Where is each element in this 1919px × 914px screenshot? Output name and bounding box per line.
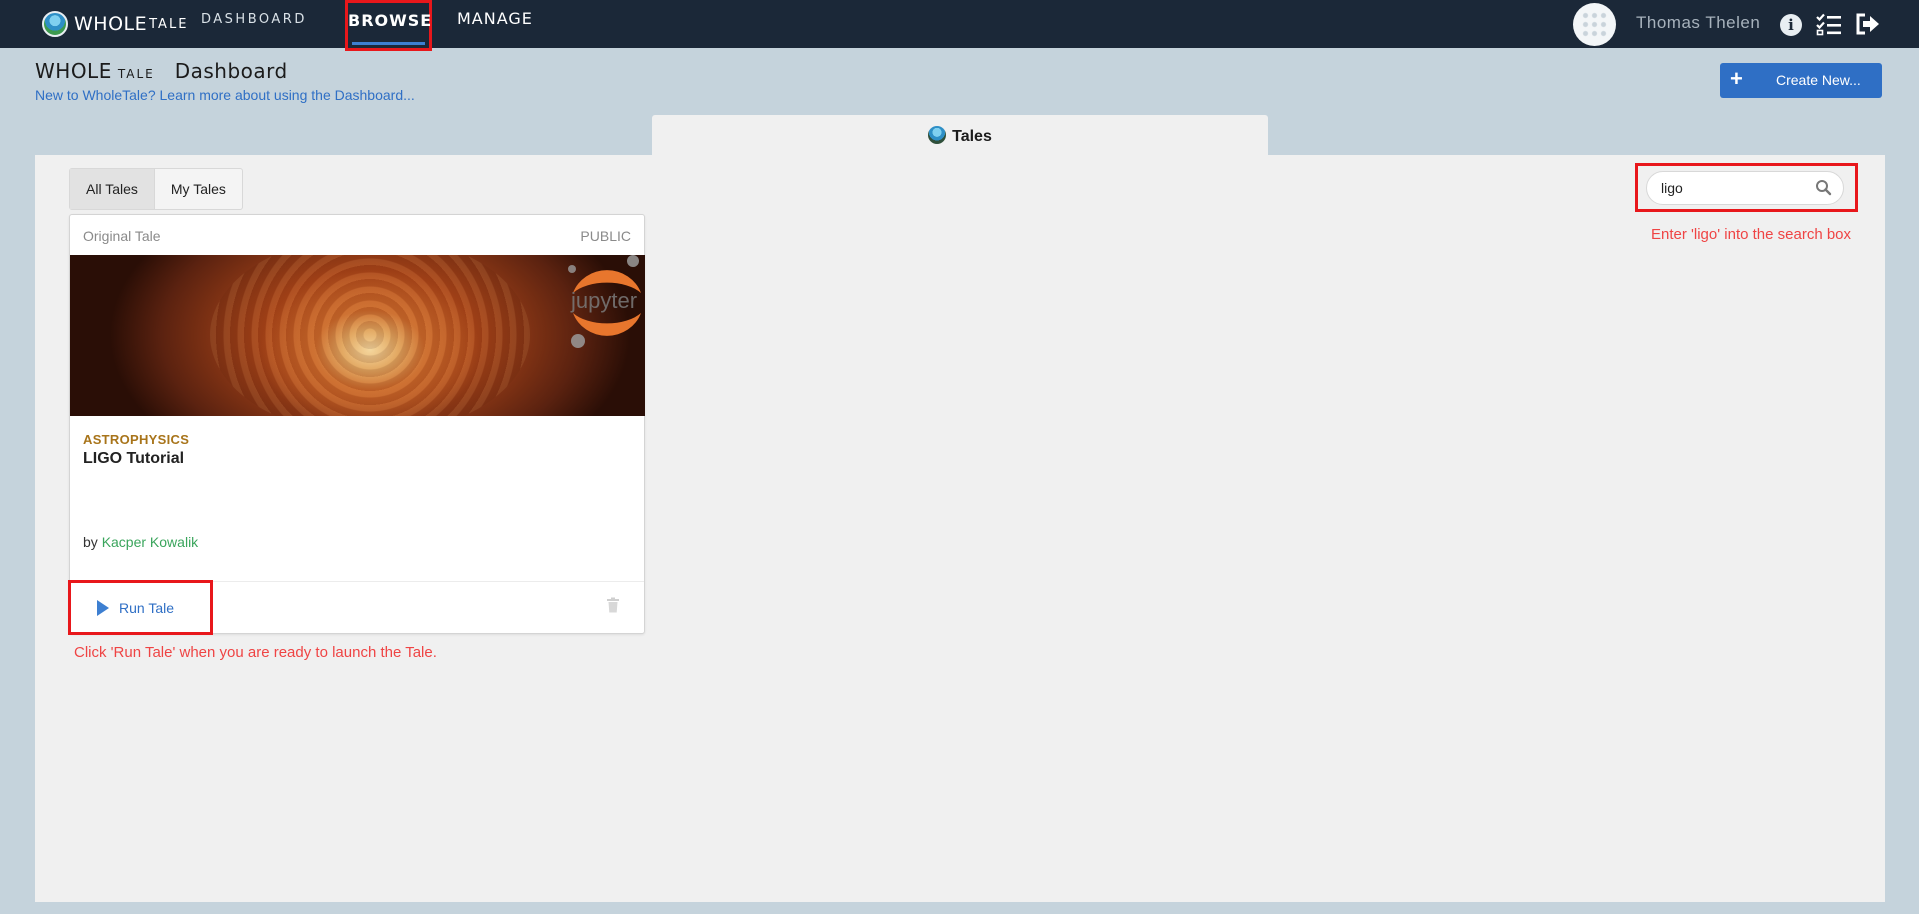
- tale-origin: Original Tale: [83, 228, 161, 244]
- info-icon[interactable]: i: [1779, 12, 1803, 36]
- brand-main-text: WHOLE: [74, 13, 148, 35]
- page-title: WHOLE TALE Dashboard: [35, 59, 288, 83]
- active-tab-underline: [352, 42, 425, 45]
- nav-browse-tab[interactable]: BROWSE: [345, 0, 432, 51]
- nav-dashboard-link[interactable]: DASHBOARD: [201, 12, 307, 27]
- tab-tales[interactable]: Tales: [652, 115, 1268, 156]
- tale-thumbnail[interactable]: jupyter: [70, 255, 645, 416]
- play-icon: [97, 600, 109, 616]
- logout-svg: [1856, 13, 1879, 35]
- tale-title[interactable]: LIGO Tutorial: [83, 450, 184, 468]
- tab-tales-label: Tales: [952, 128, 992, 145]
- search-highlight-frame: [1635, 163, 1858, 212]
- nav-manage-tab[interactable]: MANAGE: [457, 9, 533, 28]
- tale-visibility: PUBLIC: [580, 228, 631, 244]
- run-tale-button[interactable]: Run Tale: [97, 597, 174, 619]
- run-highlight-frame: Run Tale: [68, 580, 213, 635]
- tale-filter-group: All Tales My Tales: [69, 168, 243, 210]
- create-new-label: Create New...: [1776, 72, 1861, 88]
- nav-browse-label: BROWSE: [348, 11, 433, 30]
- jupyter-text: jupyter: [570, 288, 637, 313]
- title-whole: WHOLE: [35, 59, 112, 83]
- run-hint-annotation: Click 'Run Tale' when you are ready to l…: [74, 644, 437, 661]
- by-prefix: by: [83, 534, 98, 550]
- avatar[interactable]: [1573, 3, 1616, 46]
- search-hint-annotation: Enter 'ligo' into the search box: [1651, 226, 1852, 243]
- trash-icon[interactable]: [606, 597, 620, 613]
- tale-card: Original Tale PUBLIC jupyter ASTROPHYSIC…: [69, 214, 645, 634]
- run-tale-label: Run Tale: [119, 600, 175, 616]
- search-icon[interactable]: [1813, 177, 1835, 199]
- top-navbar: WHOLE TALE DASHBOARD BROWSE MANAGE Thoma…: [0, 0, 1919, 51]
- wholetale-logo-icon: [42, 11, 68, 37]
- search-input[interactable]: [1661, 180, 1811, 196]
- create-new-button[interactable]: + Create New...: [1720, 63, 1882, 98]
- username[interactable]: Thomas Thelen: [1636, 13, 1760, 33]
- brand[interactable]: WHOLE TALE: [42, 6, 188, 42]
- title-tale: TALE: [117, 67, 155, 81]
- title-dashboard: Dashboard: [174, 59, 288, 83]
- brand-small-text: TALE: [149, 16, 189, 32]
- jupyter-logo-icon: jupyter: [568, 255, 641, 348]
- tale-author-link[interactable]: Kacper Kowalik: [102, 534, 199, 550]
- filter-all-tales[interactable]: All Tales: [70, 169, 154, 209]
- tasks-icon[interactable]: [1816, 12, 1841, 36]
- tasks-svg: [1816, 13, 1841, 36]
- search-box[interactable]: [1646, 171, 1844, 205]
- learn-more-link[interactable]: New to WholeTale? Learn more about using…: [35, 87, 415, 103]
- tale-category: ASTROPHYSICS: [83, 432, 190, 447]
- logout-icon[interactable]: [1855, 12, 1879, 36]
- tale-author-line: by Kacper Kowalik: [83, 534, 198, 550]
- info-glyph: i: [1780, 14, 1802, 36]
- wholetale-logo-icon: [928, 126, 947, 144]
- plus-icon: +: [1730, 66, 1743, 91]
- filter-my-tales[interactable]: My Tales: [153, 169, 242, 209]
